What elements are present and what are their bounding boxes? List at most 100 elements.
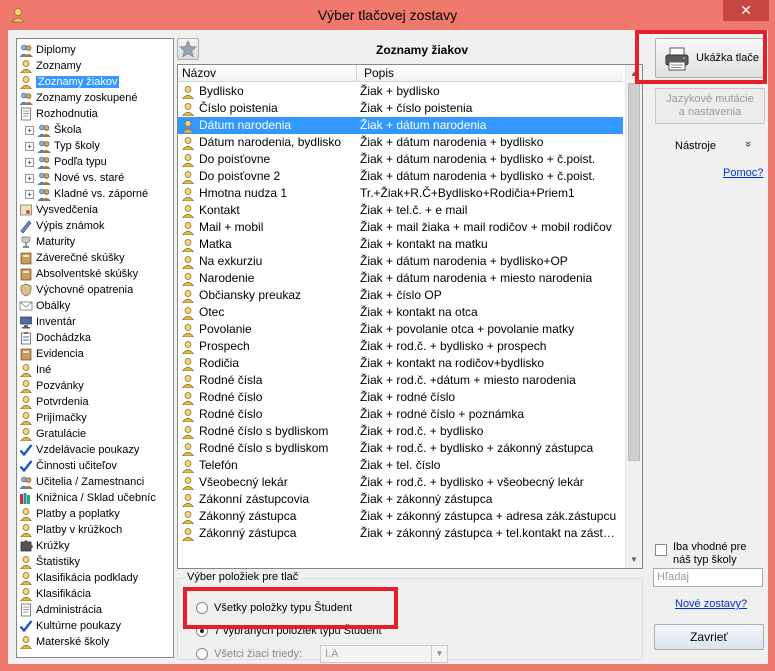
- tree-item[interactable]: Platby a poplatky: [19, 506, 120, 522]
- tree-item[interactable]: Vzdelávacie poukazy: [19, 442, 139, 458]
- table-row[interactable]: Do poisťovne Žiak + dátum narodenia + byd…: [178, 151, 623, 168]
- chevron-down-icon[interactable]: ▼: [431, 646, 447, 662]
- tree-item[interactable]: Knižnica / Sklad učebníc: [19, 490, 156, 506]
- tree-item[interactable]: Evidencia: [19, 346, 84, 362]
- tree-item[interactable]: Maturity: [19, 234, 75, 250]
- window-close-button[interactable]: ✕: [723, 0, 769, 21]
- expand-icon[interactable]: +: [25, 141, 34, 151]
- expand-icon[interactable]: +: [25, 157, 34, 167]
- tree-item[interactable]: Gratulácie: [19, 426, 86, 442]
- print-preview-button[interactable]: Ukážka tlače: [655, 38, 764, 78]
- table-row[interactable]: Telefón Žiak + tel. číslo: [178, 457, 623, 474]
- scroll-thumb[interactable]: [628, 83, 640, 461]
- tree-item[interactable]: Diplomy: [19, 42, 76, 58]
- table-row[interactable]: Občiansky preukaz Žiak + číslo OP: [178, 287, 623, 304]
- tree-item[interactable]: Klasifikácia podklady: [19, 570, 138, 586]
- tree-item[interactable]: Výpis známok: [19, 218, 104, 234]
- table-row[interactable]: Rodné číslo s bydliskom Žiak + rod.č. + b…: [178, 423, 623, 440]
- radio-all-items[interactable]: Všetky položky typu Študent: [196, 600, 352, 616]
- favorite-button[interactable]: [177, 38, 199, 60]
- tree-item[interactable]: Prijímačky: [19, 410, 87, 426]
- table-row[interactable]: Na exkurziu Žiak + dátum narodenia + bydl…: [178, 253, 623, 270]
- table-row[interactable]: Rodné čísla Žiak + rod.č. +dátum + miesto…: [178, 372, 623, 389]
- tree-item[interactable]: Vysvedčenia: [19, 202, 98, 218]
- table-row[interactable]: Rodičia Žiak + kontakt na rodičov+bydlisk…: [178, 355, 623, 372]
- radio-class-dot[interactable]: [196, 648, 208, 661]
- tree-item[interactable]: + Kladné vs. záporné: [25, 186, 148, 202]
- table-row[interactable]: Povolanie Žiak + povolanie otca + povolan…: [178, 321, 623, 338]
- tree-item[interactable]: Klasifikácia: [19, 586, 91, 602]
- report-list[interactable]: Názov Popis Bydlisko Žiak + bydlisko Číslo…: [177, 64, 643, 569]
- only-suitable-checkbox[interactable]: [655, 544, 667, 556]
- tree-item[interactable]: Administrácia: [19, 602, 102, 618]
- radio-selected-items[interactable]: 7 vybraných položiek typu Študent: [196, 623, 382, 639]
- tree-item[interactable]: Absolventské skúšky: [19, 266, 138, 282]
- column-separator[interactable]: [356, 65, 357, 82]
- tree-item[interactable]: Štatistiky: [19, 554, 80, 570]
- tree-item[interactable]: Výchovné opatrenia: [19, 282, 133, 298]
- radio-selected-dot[interactable]: [196, 625, 208, 638]
- tree-item[interactable]: Materské školy: [19, 634, 109, 650]
- radio-all-dot[interactable]: [196, 602, 208, 615]
- table-row[interactable]: Zákonný zástupca Žiak + zákonný zástupca …: [178, 525, 623, 542]
- list-scrollbar[interactable]: ▲ ▼: [625, 65, 642, 568]
- tree-item[interactable]: Zoznamy: [19, 58, 81, 74]
- table-row[interactable]: Všeobecný lekár Žiak + rod.č. + bydlisko …: [178, 474, 623, 491]
- expand-icon[interactable]: +: [25, 125, 34, 135]
- tree-item[interactable]: + Nové vs. staré: [25, 170, 124, 186]
- table-row[interactable]: Rodné číslo s bydliskom Žiak + rod.č. + b…: [178, 440, 623, 457]
- tools-label[interactable]: Nástroje: [675, 140, 716, 152]
- table-row[interactable]: Zákonný zástupca Žiak + zákonný zástupca …: [178, 508, 623, 525]
- tree-item[interactable]: Potvrdenia: [19, 394, 89, 410]
- language-settings-button[interactable]: Jazykové mutácie a nastavenia: [655, 88, 765, 124]
- table-row[interactable]: Narodenie Žiak + dátum narodenia + miesto…: [178, 270, 623, 287]
- expand-icon[interactable]: +: [25, 189, 34, 199]
- table-row[interactable]: Bydlisko Žiak + bydlisko: [178, 83, 623, 100]
- table-row[interactable]: Mail + mobil Žiak + mail žiaka + mail rod…: [178, 219, 623, 236]
- table-row[interactable]: Do poisťovne 2 Žiak + dátum narodenia + b…: [178, 168, 623, 185]
- column-desc-header[interactable]: Popis: [360, 66, 394, 80]
- tree-item[interactable]: Kultúrne poukazy: [19, 618, 121, 634]
- table-row[interactable]: Hmotna nudza 1 Tr.+Žiak+R.Č+Bydlisko+Rodi…: [178, 185, 623, 202]
- chevron-double-down-icon[interactable]: »: [742, 141, 754, 147]
- tree-item[interactable]: Inventár: [19, 314, 76, 330]
- tree-item[interactable]: Rozhodnutia: [19, 106, 98, 122]
- scroll-up-icon[interactable]: ▲: [626, 65, 642, 82]
- tree-item[interactable]: + Podľa typu: [25, 154, 107, 170]
- tree-item[interactable]: Iné: [19, 362, 51, 378]
- close-button[interactable]: Zavrieť: [654, 624, 764, 650]
- help-link[interactable]: Pomoc?: [723, 167, 763, 179]
- tree-item[interactable]: Pozvánky: [19, 378, 84, 394]
- tree-item[interactable]: Obálky: [19, 298, 70, 314]
- tree-item[interactable]: Dochádzka: [19, 330, 91, 346]
- class-combo[interactable]: I.A ▼: [320, 645, 448, 663]
- table-row[interactable]: Prospech Žiak + rod.č. + bydlisko + prosp…: [178, 338, 623, 355]
- tree-item[interactable]: Zoznamy žiakov: [19, 74, 120, 90]
- table-row[interactable]: Zákonní zástupcovia Žiak + zákonný zástup…: [178, 491, 623, 508]
- table-row[interactable]: Dátum narodenia, bydlisko Žiak + dátum na…: [178, 134, 623, 151]
- tree-item[interactable]: + Škola: [25, 122, 82, 138]
- expand-icon[interactable]: +: [25, 173, 34, 183]
- search-input[interactable]: Hľadaj: [653, 568, 763, 587]
- table-row[interactable]: Otec Žiak + kontakt na otca: [178, 304, 623, 321]
- scroll-down-icon[interactable]: ▼: [626, 551, 642, 568]
- tree-item[interactable]: Činnosti učiteľov: [19, 458, 117, 474]
- category-tree[interactable]: Diplomy Zoznamy Zoznamy žiakov Zoznamy zosk…: [16, 38, 174, 658]
- tree-item[interactable]: Učitelia / Zamestnanci: [19, 474, 144, 490]
- table-row[interactable]: Rodné číslo Žiak + rodné číslo + poznámka: [178, 406, 623, 423]
- tree-item[interactable]: Záverečné skúšky: [19, 250, 125, 266]
- table-row[interactable]: Matka Žiak + kontakt na matku: [178, 236, 623, 253]
- new-reports-link[interactable]: Nové zostavy?: [675, 598, 747, 610]
- tree-item-label: Vzdelávacie poukazy: [36, 444, 140, 457]
- tree-item[interactable]: + Typ školy: [25, 138, 100, 154]
- table-row[interactable]: Rodné číslo Žiak + rodné číslo: [178, 389, 623, 406]
- table-row[interactable]: Číslo poistenia Žiak + číslo poistenia: [178, 100, 623, 117]
- tree-item[interactable]: Krúžky: [19, 538, 70, 554]
- table-row[interactable]: Kontakt Žiak + tel.č. + e mail: [178, 202, 623, 219]
- tree-item[interactable]: Zoznamy zoskupené: [19, 90, 138, 106]
- student-icon: [182, 425, 194, 439]
- table-row[interactable]: Dátum narodenia Žiak + dátum narodenia: [178, 117, 623, 134]
- radio-class-students[interactable]: Všetci žiaci triedy:: [196, 646, 302, 662]
- column-name-header[interactable]: Názov: [178, 66, 216, 80]
- tree-item[interactable]: Platby v krúžkoch: [19, 522, 122, 538]
